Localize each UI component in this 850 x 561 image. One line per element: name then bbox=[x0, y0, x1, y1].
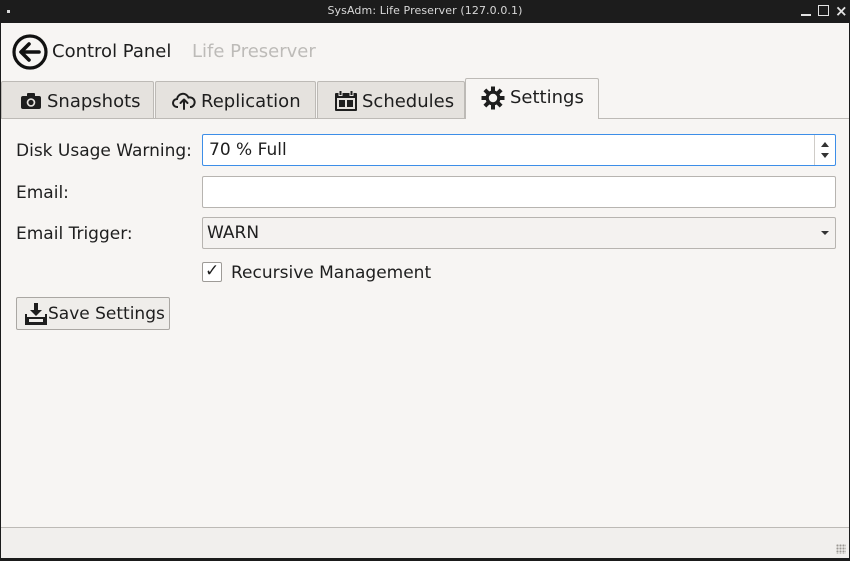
spin-up-icon[interactable] bbox=[821, 142, 829, 147]
spin-buttons[interactable] bbox=[814, 135, 835, 165]
calendar-icon bbox=[334, 90, 357, 112]
email-label: Email: bbox=[16, 183, 69, 203]
tab-divider bbox=[1, 118, 849, 119]
email-trigger-select[interactable]: WARN bbox=[202, 217, 836, 249]
app-name-label: Life Preserver bbox=[192, 41, 316, 62]
save-settings-label: Save Settings bbox=[48, 304, 165, 324]
email-field[interactable] bbox=[202, 176, 836, 208]
disk-usage-value: 70 % Full bbox=[209, 140, 287, 160]
tab-bar: Snapshots Replication Schedules Settings bbox=[1, 78, 849, 119]
disk-usage-spinbox[interactable]: 70 % Full bbox=[202, 134, 836, 166]
tab-settings[interactable]: Settings bbox=[465, 78, 599, 119]
control-panel-link[interactable]: Control Panel bbox=[52, 41, 171, 62]
email-trigger-value: WARN bbox=[207, 223, 260, 243]
check-mark-icon: ✓ bbox=[205, 261, 220, 281]
tab-replication-label: Replication bbox=[201, 91, 301, 112]
window-title: SysAdm: Life Preserver (127.0.0.1) bbox=[327, 4, 523, 17]
tab-snapshots[interactable]: Snapshots bbox=[1, 81, 154, 118]
tab-schedules-label: Schedules bbox=[362, 91, 455, 112]
recursive-management-label[interactable]: Recursive Management bbox=[231, 263, 431, 283]
maximize-button[interactable] bbox=[818, 5, 830, 17]
save-download-icon bbox=[24, 302, 48, 326]
email-trigger-label: Email Trigger: bbox=[16, 224, 133, 244]
header: Control Panel Life Preserver bbox=[1, 23, 849, 78]
tab-schedules[interactable]: Schedules bbox=[317, 81, 465, 118]
tab-replication[interactable]: Replication bbox=[155, 81, 316, 118]
tab-snapshots-label: Snapshots bbox=[47, 91, 141, 112]
spin-down-icon[interactable] bbox=[821, 153, 829, 158]
chevron-down-icon bbox=[821, 231, 829, 235]
back-arrow-icon[interactable] bbox=[11, 33, 49, 71]
disk-usage-label: Disk Usage Warning: bbox=[16, 141, 192, 161]
gear-icon bbox=[481, 86, 505, 110]
tab-settings-label: Settings bbox=[510, 87, 584, 108]
app-window: Control Panel Life Preserver Snapshots R… bbox=[1, 23, 849, 558]
cloud-upload-icon bbox=[172, 90, 196, 112]
resize-grip-icon[interactable] bbox=[836, 544, 846, 554]
status-bar bbox=[1, 527, 849, 558]
title-bar: SysAdm: Life Preserver (127.0.0.1) × bbox=[0, 0, 850, 23]
minimize-button[interactable] bbox=[800, 5, 812, 17]
recursive-management-checkbox[interactable]: ✓ bbox=[202, 261, 222, 282]
close-button[interactable]: × bbox=[835, 4, 848, 19]
save-settings-button[interactable]: Save Settings bbox=[16, 297, 170, 330]
camera-icon bbox=[20, 90, 42, 112]
